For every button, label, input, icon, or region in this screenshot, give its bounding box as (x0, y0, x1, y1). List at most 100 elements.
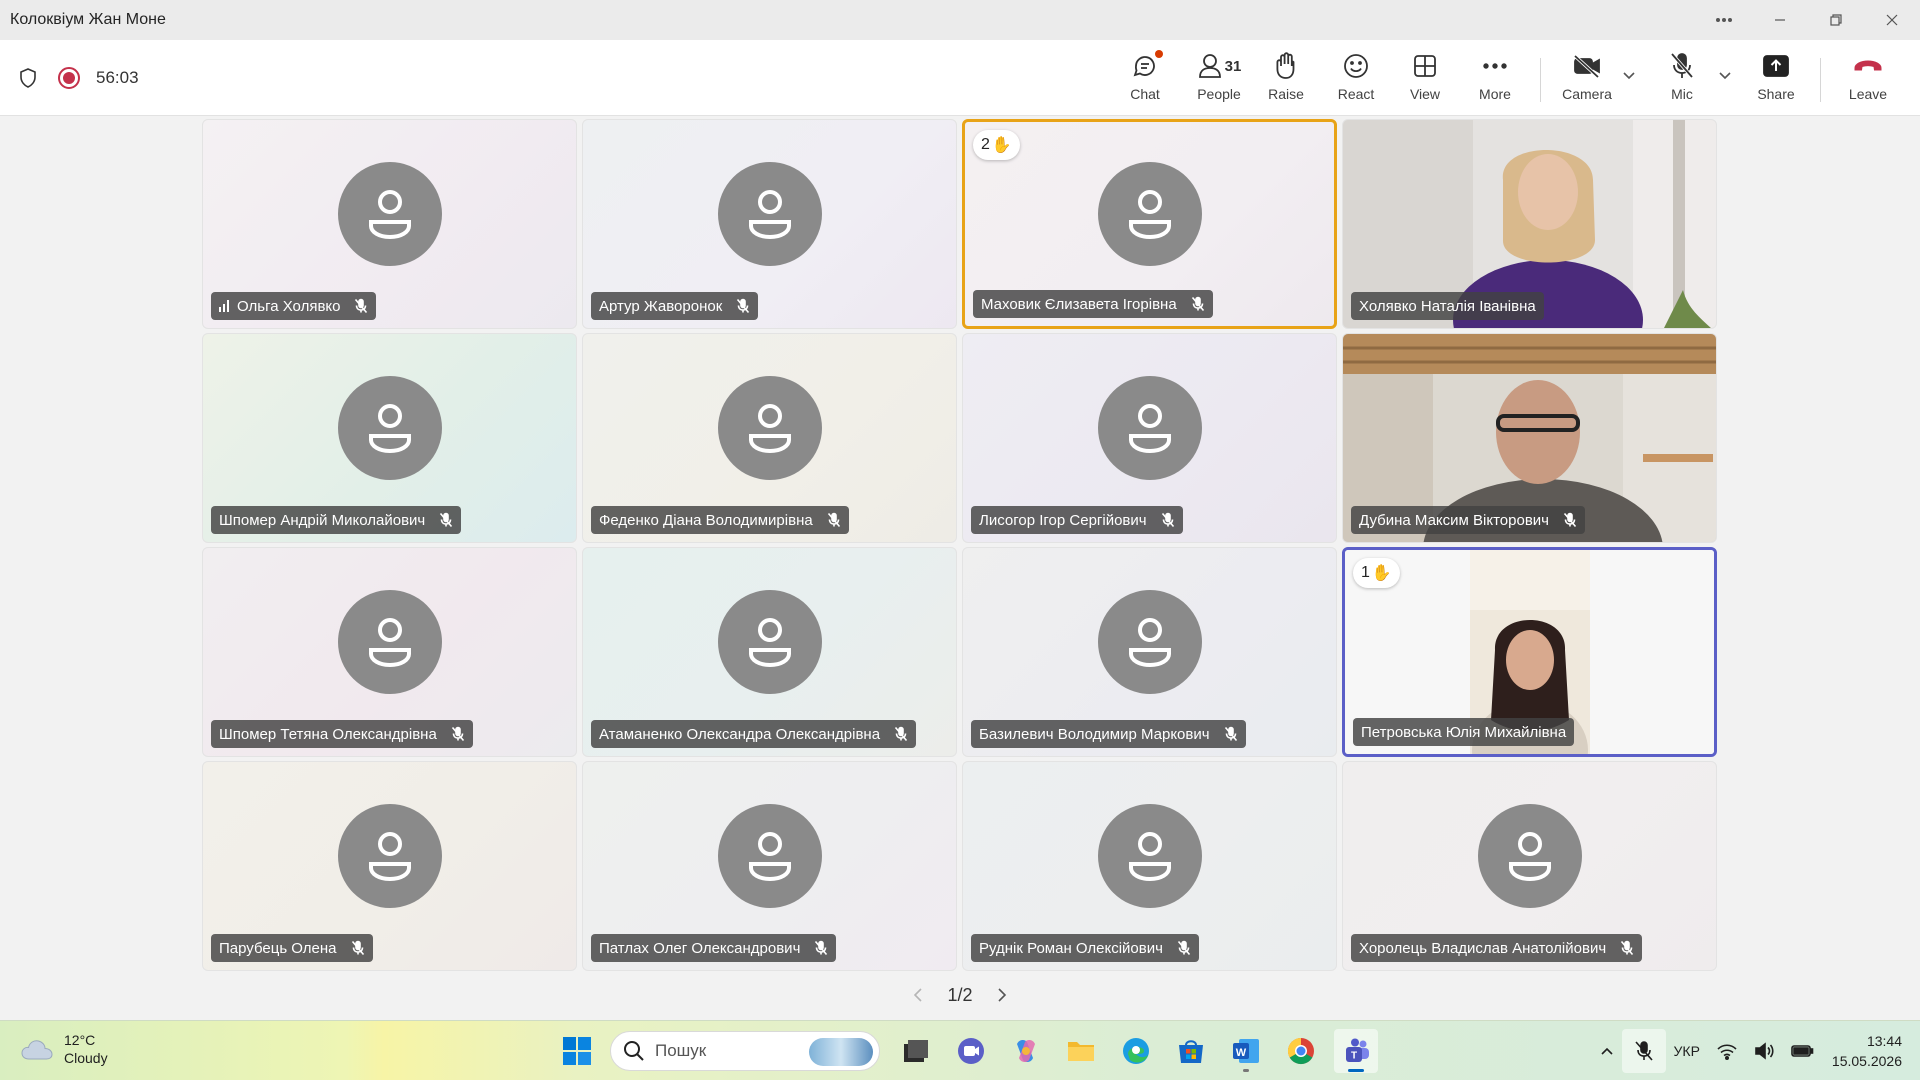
meet-app-button[interactable] (949, 1029, 993, 1073)
name-tag: Хоролець Владислав Анатолійович (1351, 934, 1643, 962)
weather-widget[interactable]: 12°C Cloudy (20, 1031, 108, 1067)
mic-muted-icon (1563, 512, 1577, 528)
chevron-down-icon (1623, 72, 1635, 80)
volume-button[interactable] (1746, 1021, 1782, 1080)
chevron-up-icon (1600, 1047, 1613, 1055)
avatar (337, 590, 442, 694)
chat-button[interactable]: Chat (1120, 50, 1170, 110)
share-button[interactable]: Share (1752, 50, 1800, 110)
input-language-button[interactable]: УКР (1666, 1021, 1708, 1080)
more-options-button[interactable] (1696, 0, 1752, 40)
camera-options-chevron[interactable] (1622, 68, 1636, 86)
person-icon (748, 832, 791, 882)
close-icon (1886, 14, 1898, 26)
mic-muted-icon (814, 940, 828, 956)
leave-label: Leave (1848, 86, 1888, 102)
participant-tile[interactable]: Ольга Холявко (202, 119, 577, 329)
start-button[interactable] (555, 1029, 599, 1073)
window-controls (1696, 0, 1920, 40)
more-icon (1483, 63, 1507, 69)
leave-button[interactable]: Leave (1846, 50, 1890, 110)
participant-tile-speaking[interactable]: 2 ✋ Маховик Єлизавета Ігорівна (962, 119, 1337, 329)
name-tag: Руднік Роман Олексійович (971, 934, 1199, 962)
participant-tile[interactable]: Руднік Роман Олексійович (962, 761, 1337, 971)
close-window-button[interactable] (1864, 0, 1920, 40)
react-button[interactable]: React (1332, 50, 1380, 110)
video-chat-icon (958, 1038, 984, 1064)
restore-button[interactable] (1808, 0, 1864, 40)
search-icon (624, 1041, 644, 1061)
person-icon (748, 404, 791, 454)
chevron-left-icon (914, 988, 923, 1002)
people-label: People (1197, 86, 1241, 102)
edge-button[interactable] (1114, 1029, 1158, 1073)
name-tag: Шпомер Андрій Миколайович (211, 506, 462, 534)
taskbar-search[interactable]: Пошук (610, 1031, 880, 1071)
name-tag: Артур Жаворонок (591, 292, 759, 320)
hang-up-icon (1854, 60, 1882, 71)
shield-icon[interactable] (16, 66, 40, 90)
page-indicator: 1/2 (947, 984, 973, 1005)
camera-button[interactable]: Camera (1560, 50, 1614, 110)
avatar (1097, 590, 1202, 694)
share-icon (1763, 55, 1789, 77)
restore-icon (1830, 14, 1842, 26)
mic-button[interactable]: Mic (1660, 50, 1704, 110)
participant-tile[interactable]: Шпомер Тетяна Олександрівна (202, 547, 577, 757)
ellipsis-icon (1716, 18, 1733, 22)
participant-tile-video[interactable]: Холявко Наталія Іванівна (1342, 119, 1717, 329)
word-button[interactable]: W (1224, 1029, 1268, 1073)
network-status[interactable] (1708, 1021, 1746, 1080)
raise-hand-button[interactable]: Raise (1262, 50, 1310, 110)
raise-label: Raise (1268, 86, 1304, 102)
next-page-button[interactable] (989, 982, 1015, 1008)
share-label: Share (1757, 86, 1795, 102)
participant-tile[interactable]: Феденко Діана Володимирівна (582, 333, 957, 543)
view-button[interactable]: View (1402, 50, 1448, 110)
teams-button[interactable]: T (1334, 1029, 1378, 1073)
word-icon: W (1233, 1039, 1259, 1063)
mic-muted-icon (894, 726, 908, 742)
system-tray: УКР 13:44 15.05.2026 (1592, 1021, 1920, 1080)
file-explorer-button[interactable] (1059, 1029, 1103, 1073)
store-button[interactable] (1169, 1029, 1213, 1073)
people-button[interactable]: 31 People (1188, 50, 1250, 110)
minimize-button[interactable] (1752, 0, 1808, 40)
chrome-button[interactable] (1279, 1029, 1323, 1073)
show-hidden-icons-button[interactable] (1592, 1021, 1622, 1080)
participant-name: Артур Жаворонок (599, 297, 723, 315)
participant-tile[interactable]: Шпомер Андрій Миколайович (202, 333, 577, 543)
avatar (337, 376, 442, 480)
mic-muted-icon (1224, 726, 1238, 742)
participant-tile-video[interactable]: Дубина Максим Вікторович (1342, 333, 1717, 543)
participant-tile-video-spotlight[interactable]: 1 ✋ Петровська Юлія Михайлівна (1342, 547, 1717, 757)
avatar (337, 162, 442, 266)
mic-muted-icon (439, 512, 453, 528)
participant-tile[interactable]: Хоролець Владислав Анатолійович (1342, 761, 1717, 971)
search-highlight-image (809, 1038, 873, 1066)
participant-tile[interactable]: Патлах Олег Олександрович (582, 761, 957, 971)
mic-options-chevron[interactable] (1718, 68, 1732, 86)
window-title: Колоквіум Жан Моне (10, 11, 166, 28)
person-icon (748, 190, 791, 240)
copilot-button[interactable] (1004, 1029, 1048, 1073)
hand-icon (1276, 52, 1295, 79)
task-view-button[interactable] (894, 1029, 938, 1073)
participant-tile[interactable]: Базилевич Володимир Маркович (962, 547, 1337, 757)
raised-hand-icon: ✋ (1371, 565, 1392, 582)
participant-tile[interactable]: Артур Жаворонок (582, 119, 957, 329)
battery-status[interactable] (1782, 1021, 1822, 1080)
clock[interactable]: 13:44 15.05.2026 (1822, 1021, 1920, 1080)
taskbar-apps: Пошук W T (555, 1029, 1389, 1073)
task-view-icon (904, 1040, 928, 1062)
person-icon (1508, 832, 1551, 882)
more-actions-button[interactable]: More (1471, 50, 1519, 110)
people-count: 31 (1224, 57, 1242, 75)
participant-tile[interactable]: Атаманенко Олександра Олександрівна (582, 547, 957, 757)
participant-tile[interactable]: Лисогор Ігор Сергійович (962, 333, 1337, 543)
toolbar-divider (1540, 58, 1541, 102)
tray-mic-muted-button[interactable] (1621, 1029, 1666, 1073)
participant-tile[interactable]: Парубець Олена (202, 761, 577, 971)
previous-page-button[interactable] (905, 982, 931, 1008)
cloud-icon (21, 1040, 53, 1060)
